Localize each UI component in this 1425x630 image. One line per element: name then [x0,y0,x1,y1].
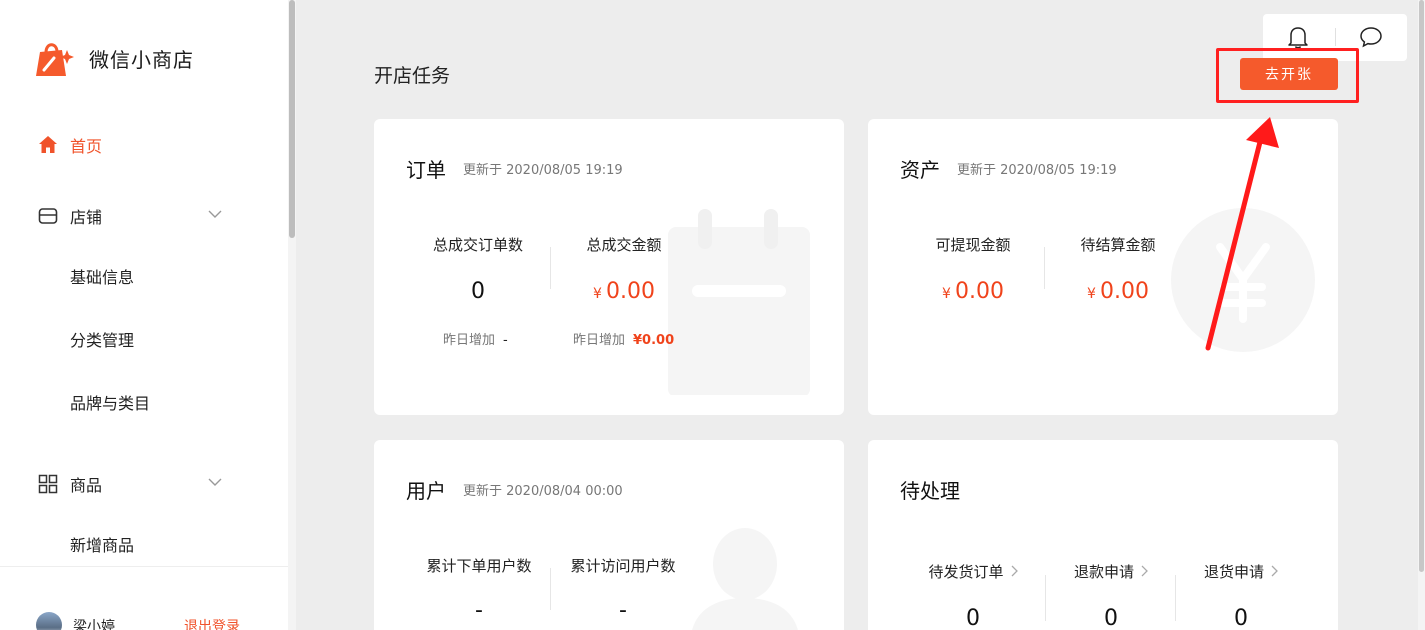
annotation-highlight-box [1216,48,1359,103]
stat-value: - [619,598,627,623]
brand[interactable]: 微信小商店 [34,38,194,78]
chevron-down-icon[interactable] [207,474,223,490]
sidebar-item-basic-info[interactable]: 基础信息 [70,264,134,288]
yen-coin-watermark-icon [1171,208,1315,352]
shop-bag-logo-icon [36,43,74,76]
sidebar-item-label: 商品 [70,476,103,495]
stat-sub-label: 昨日增加 [573,333,626,348]
chevron-right-icon [1271,565,1278,577]
pending-link-return[interactable]: 退货申请 [1186,561,1296,582]
card-title: 用户 [406,479,446,503]
stat-label: 累计访问用户数 [570,557,676,575]
stat-value: 0 [1234,606,1248,630]
divider [550,247,551,289]
sidebar-item-category[interactable]: 分类管理 [70,327,134,351]
card-title: 订单 [406,158,446,182]
stat-value: 0 [471,279,485,304]
divider [1175,575,1176,621]
user-name: 梁小婷 [73,619,115,630]
stat-label: 可提现金额 [935,236,1011,254]
stat-label-text: 待发货订单 [928,563,1004,581]
stat-sub: 昨日增加 - [443,329,508,348]
assets-card: 资产 更新于 2020/08/05 19:19 可提现金额 ¥0.00 待结算金… [868,119,1338,415]
chat-bubble-icon[interactable] [1359,26,1383,48]
stat-label: 总成交订单数 [432,236,523,254]
divider [550,568,551,610]
stat-value: - [475,598,483,623]
currency-symbol: ¥ [1087,286,1096,302]
card-title: 待处理 [900,479,960,503]
divider [1335,28,1336,46]
chevron-right-icon [1141,565,1148,577]
stat-value: ¥0.00 [1058,279,1178,304]
pending-card: 待处理 待发货订单 0 退款申请 0 退货申请 0 [868,440,1338,630]
card-title: 资产 [900,158,940,182]
sidebar-item-label: 店铺 [70,208,103,227]
sidebar-scrollbar[interactable] [288,0,296,630]
sidebar-item-products[interactable]: 商品 [38,472,102,496]
stat-label: 累计下单用户数 [426,557,532,575]
grid-icon [38,474,58,494]
updated-time: 更新于 2020/08/05 19:19 [463,163,623,178]
stat-label: 待结算金额 [1080,236,1156,254]
sidebar-item-home[interactable]: 首页 [38,133,102,157]
amount: 0.00 [954,279,1004,304]
amount: 0.00 [605,279,655,304]
stat-sub-value: - [503,333,508,348]
currency-symbol: ¥ [942,286,951,302]
sidebar-item-new-product[interactable]: 新增商品 [70,532,134,556]
page-scrollbar-thumb[interactable] [1419,0,1424,572]
stat-label-text: 退货申请 [1203,563,1264,581]
home-icon [38,135,58,155]
updated-time: 更新于 2020/08/04 00:00 [463,484,623,499]
divider [1044,247,1045,289]
stat-value: 0 [1104,606,1118,630]
user-watermark-icon [692,528,798,630]
sidebar: 微信小商店 首页 店铺 基础信息 分类管理 品牌与类目 商品 新增商品 梁小婷 … [0,0,288,630]
page-scrollbar[interactable] [1418,0,1425,630]
divider [1045,575,1046,621]
stat-sub: 昨日增加 ¥0.00 [573,329,674,348]
users-card: 用户 更新于 2020/08/04 00:00 累计下单用户数 - 累计访问用户… [374,440,844,630]
currency-symbol: ¥ [593,286,602,302]
updated-time: 更新于 2020/08/05 19:19 [957,163,1117,178]
sidebar-item-label: 首页 [70,137,103,156]
stat-sub-label: 昨日增加 [443,333,496,348]
amount: 0.00 [1099,279,1149,304]
store-icon [38,206,58,226]
bell-icon[interactable] [1287,25,1309,49]
stat-sub-value: ¥0.00 [633,333,675,348]
stat-value: 0 [966,606,980,630]
page-title: 开店任务 [374,65,451,87]
stat-label: 总成交金额 [586,236,662,254]
stat-label-text: 退款申请 [1073,563,1134,581]
sidebar-item-store[interactable]: 店铺 [38,204,102,228]
chevron-down-icon[interactable] [207,206,223,222]
sidebar-scrollbar-thumb[interactable] [289,0,295,238]
orders-card: 订单 更新于 2020/08/05 19:19 总成交订单数 0 昨日增加 - 总… [374,119,844,415]
chevron-right-icon [1011,565,1018,577]
logout-link[interactable]: 退出登录 [184,616,240,630]
brand-name: 微信小商店 [89,47,194,72]
sidebar-item-brand-category[interactable]: 品牌与类目 [70,390,150,414]
pending-link-refund[interactable]: 退款申请 [1056,561,1166,582]
stat-value: ¥0.00 [913,279,1033,304]
pending-link-shipment[interactable]: 待发货订单 [908,561,1038,582]
stat-value: ¥0.00 [568,279,680,304]
calendar-watermark-icon [668,209,810,395]
